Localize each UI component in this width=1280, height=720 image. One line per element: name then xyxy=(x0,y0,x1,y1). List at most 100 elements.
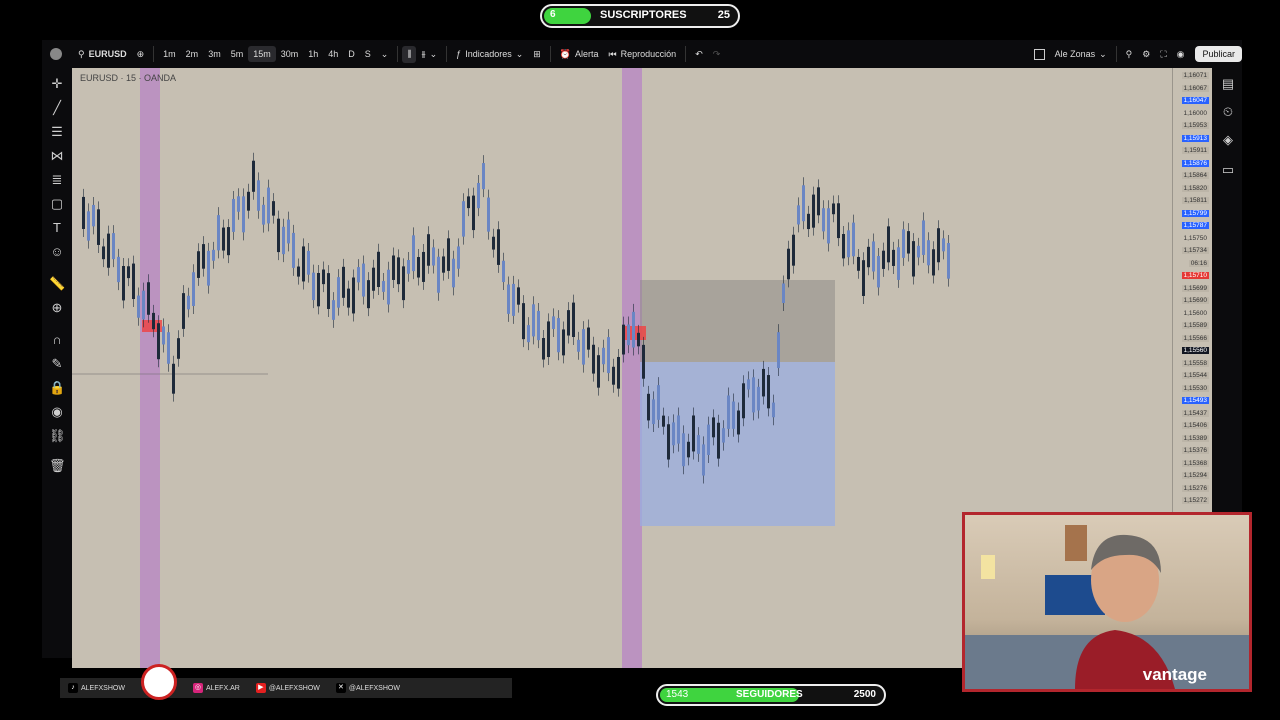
emoji-icon[interactable]: ☺ xyxy=(49,244,65,260)
price-label: 1,15811 xyxy=(1181,197,1209,205)
social-item-tiktok: ♪ ALEFXSHOW xyxy=(62,681,131,695)
candle-body xyxy=(417,257,420,278)
candle-body xyxy=(162,326,165,345)
followers-goal-bar: 1543 SEGUIDORES 2500 xyxy=(656,684,886,706)
quick-search-button[interactable]: ⚲ xyxy=(1121,49,1138,60)
timeframe-3m[interactable]: 3m xyxy=(203,46,226,62)
trend-line-icon[interactable]: ╱ xyxy=(49,100,65,116)
layout-name: Ale Zonas xyxy=(1054,49,1096,59)
alarm-icon: ⏰ xyxy=(559,48,572,59)
magnet-icon[interactable]: ∩ xyxy=(49,332,65,348)
rectangle-icon[interactable]: ▢ xyxy=(49,196,65,212)
layers-icon[interactable]: ◈ xyxy=(1220,132,1236,148)
zoom-icon[interactable]: ⊕ xyxy=(49,300,65,316)
price-scale[interactable]: 1,16071 1,16067 1,16047 1,16000 1,15953 1,159… xyxy=(1172,68,1213,518)
candle-body xyxy=(377,251,380,288)
timeframe-15m[interactable]: 15m xyxy=(248,46,276,62)
search-icon: ⚲ xyxy=(78,48,85,59)
candle-body xyxy=(487,197,490,232)
candle-body xyxy=(447,238,450,271)
timeframe-5m[interactable]: 5m xyxy=(226,46,249,62)
timeframe-1h[interactable]: 1h xyxy=(303,46,323,62)
square-icon xyxy=(1033,48,1045,60)
tradingview-logo[interactable] xyxy=(42,48,67,60)
undo-button[interactable]: ↶ xyxy=(690,49,708,60)
publish-button[interactable]: Publicar xyxy=(1195,46,1242,62)
pencil-lock-icon[interactable]: ✎ xyxy=(49,356,65,372)
price-label: 1,15294 xyxy=(1181,472,1209,480)
alert-button[interactable]: ⏰ Alerta xyxy=(555,49,604,60)
candle-body xyxy=(322,269,325,285)
candle-body xyxy=(177,338,180,359)
redo-button[interactable]: ↷ xyxy=(708,49,726,60)
timeframe-1m[interactable]: 1m xyxy=(158,46,181,62)
candle-body xyxy=(862,260,865,296)
lock-icon[interactable]: 🔒 xyxy=(49,380,65,396)
timeframe-S[interactable]: S xyxy=(360,46,376,62)
candle-body xyxy=(822,208,825,232)
link-icon[interactable]: ⛓ xyxy=(49,428,66,444)
horizontal-lines-icon[interactable]: ☰ xyxy=(49,124,65,140)
settings-button[interactable]: ⚙ xyxy=(1137,49,1155,60)
candle-body xyxy=(262,204,265,225)
price-label: 1,15734 xyxy=(1181,247,1209,255)
pitchfork-icon[interactable]: ⋈ xyxy=(49,148,65,164)
candle-body xyxy=(587,327,590,350)
chat-icon[interactable]: ▭ xyxy=(1220,162,1236,178)
ruler-icon[interactable]: 📏 xyxy=(49,276,65,292)
timeframe-list: 1m 2m 3m 5m 15m 30m 1h 4h D S xyxy=(158,46,376,62)
timeframe-30m[interactable]: 30m xyxy=(276,46,304,62)
indicators-button[interactable]: ƒ Indicadores ⌄ xyxy=(451,49,528,60)
eye-icon[interactable]: ◉ xyxy=(49,404,65,420)
candle-body xyxy=(142,290,145,320)
subscribers-goal: 25 xyxy=(717,9,730,21)
candle-body xyxy=(747,379,750,390)
webcam-scene xyxy=(965,525,1249,689)
snapshot-button[interactable]: ◉ xyxy=(1172,49,1190,60)
candle-body xyxy=(132,263,135,300)
candle-body xyxy=(187,295,190,310)
candle-body xyxy=(767,375,770,409)
followers-label: SEGUIDORES xyxy=(736,689,803,700)
candle-body xyxy=(202,244,205,269)
templates-button[interactable]: ⊞ xyxy=(528,49,546,60)
timeframe-D[interactable]: D xyxy=(343,46,360,62)
candle-body xyxy=(867,246,870,268)
webcam-overlay: vantage xyxy=(962,512,1252,692)
candle-body xyxy=(667,424,670,460)
watchlist-icon[interactable]: ▤ xyxy=(1220,76,1236,92)
text-icon[interactable]: T xyxy=(49,220,65,236)
gear-icon: ⚙ xyxy=(1142,48,1151,59)
trash-icon[interactable]: 🗑 xyxy=(49,458,66,474)
candle-body xyxy=(182,293,185,329)
replay-button[interactable]: ⏮ Reproducción xyxy=(604,49,682,60)
candle-body xyxy=(932,249,935,276)
alerts-clock-icon[interactable]: ⏲ xyxy=(1220,104,1236,120)
timeframe-2m[interactable]: 2m xyxy=(181,46,204,62)
fib-icon[interactable]: ≣ xyxy=(49,172,65,188)
candle-body xyxy=(852,222,855,257)
price-label: 1,15864 xyxy=(1181,172,1209,180)
timeframe-4h[interactable]: 4h xyxy=(323,46,343,62)
layout-button[interactable] xyxy=(1029,48,1050,60)
fullscreen-button[interactable]: ⛶ xyxy=(1155,49,1171,60)
candle-body xyxy=(832,203,835,215)
camera-icon: ◉ xyxy=(1176,48,1185,59)
candle-body xyxy=(452,258,455,288)
drawing-toolbar: ✛ ╱ ☰ ⋈ ≣ ▢ T ☺ 📏 ⊕ ∩ ✎ 🔒 ◉ ⛓ 🗑 xyxy=(42,68,72,658)
layout-name-dropdown[interactable]: Ale Zonas ⌄ xyxy=(1050,49,1112,60)
candle-body xyxy=(757,386,760,411)
candle-body xyxy=(157,323,160,360)
chevron-down-icon: ⌄ xyxy=(380,48,389,59)
candles-button[interactable]: ⫼ xyxy=(402,45,417,63)
crosshair-icon[interactable]: ✛ xyxy=(49,76,65,92)
timeframe-dropdown[interactable]: ⌄ xyxy=(376,49,394,60)
candle-body xyxy=(267,187,270,224)
candle-body xyxy=(577,339,580,352)
candle-body xyxy=(342,266,345,298)
candle-body xyxy=(592,344,595,374)
symbol-search[interactable]: ⚲ EURUSD xyxy=(73,49,132,60)
candle-body xyxy=(872,241,875,272)
add-symbol-button[interactable]: ⊕ xyxy=(132,49,150,60)
bar-style-button[interactable]: ⫵ ⌄ xyxy=(416,49,442,60)
